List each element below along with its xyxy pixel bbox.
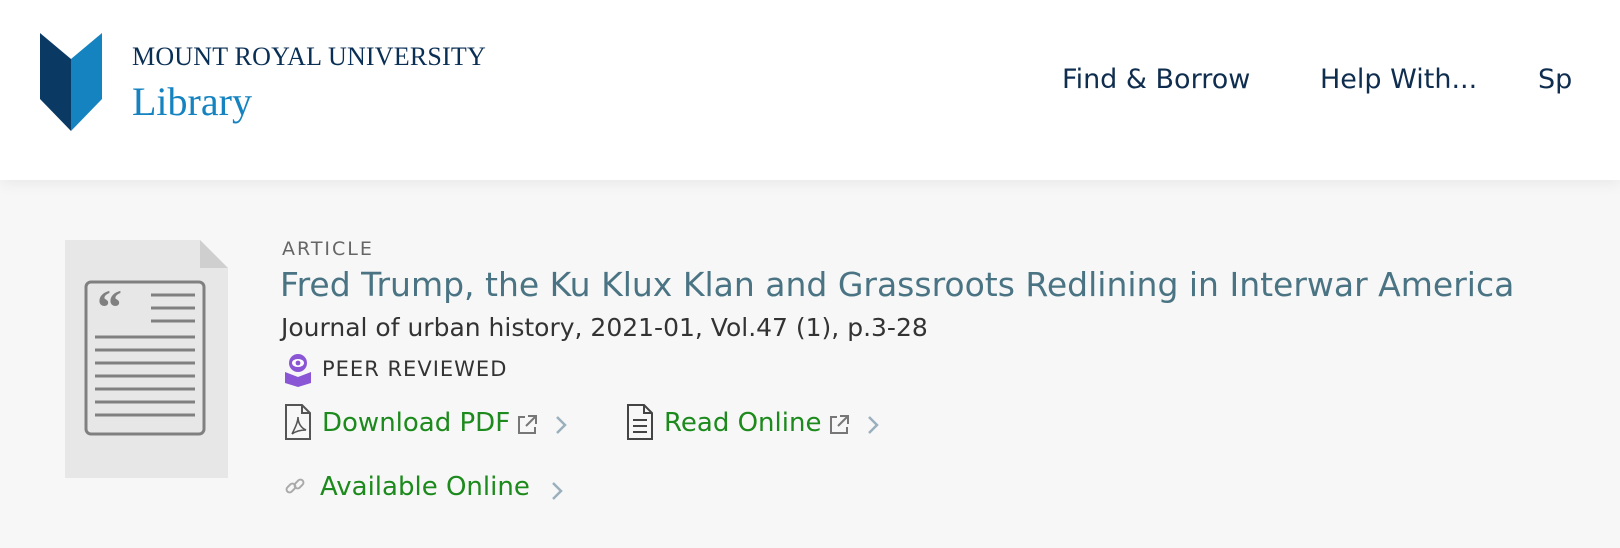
record-title-link[interactable]: Fred Trump, the Ku Klux Klan and Grassro…	[280, 265, 1514, 304]
chevron-right-icon	[552, 482, 563, 500]
document-icon	[627, 404, 653, 440]
nav-find-borrow[interactable]: Find & Borrow	[1062, 64, 1250, 95]
svg-text:“: “	[97, 279, 122, 335]
download-pdf-link[interactable]: Download PDF	[284, 404, 574, 442]
read-online-label[interactable]: Read Online	[664, 408, 821, 438]
peer-reviewed-icon	[285, 354, 311, 387]
link-icon	[285, 478, 305, 494]
logo-university-name[interactable]: MOUNT ROYAL UNIVERSITY	[132, 42, 486, 72]
quote-document-icon: “	[84, 240, 228, 436]
logo-library-name[interactable]: Library	[132, 78, 252, 125]
peer-reviewed-label: PEER REVIEWED	[322, 357, 508, 381]
available-online-link[interactable]: Available Online	[284, 472, 574, 508]
external-link-icon	[518, 415, 537, 434]
download-pdf-label[interactable]: Download PDF	[322, 408, 510, 438]
chevron-right-icon	[556, 416, 567, 434]
record-type-label: ARTICLE	[282, 238, 374, 260]
chevron-right-icon	[868, 416, 879, 434]
pdf-icon	[285, 404, 311, 440]
site-header: MOUNT ROYAL UNIVERSITY Library Find & Bo…	[0, 0, 1620, 180]
record-citation: Journal of urban history, 2021-01, Vol.4…	[281, 313, 928, 342]
library-logo-icon[interactable]	[40, 33, 102, 131]
external-link-icon	[830, 415, 849, 434]
nav-truncated-item[interactable]: Sp	[1538, 64, 1572, 95]
available-online-label[interactable]: Available Online	[320, 472, 530, 502]
article-thumbnail[interactable]: “	[65, 240, 228, 478]
nav-help-with[interactable]: Help With...	[1320, 64, 1477, 95]
read-online-link[interactable]: Read Online	[626, 404, 888, 442]
